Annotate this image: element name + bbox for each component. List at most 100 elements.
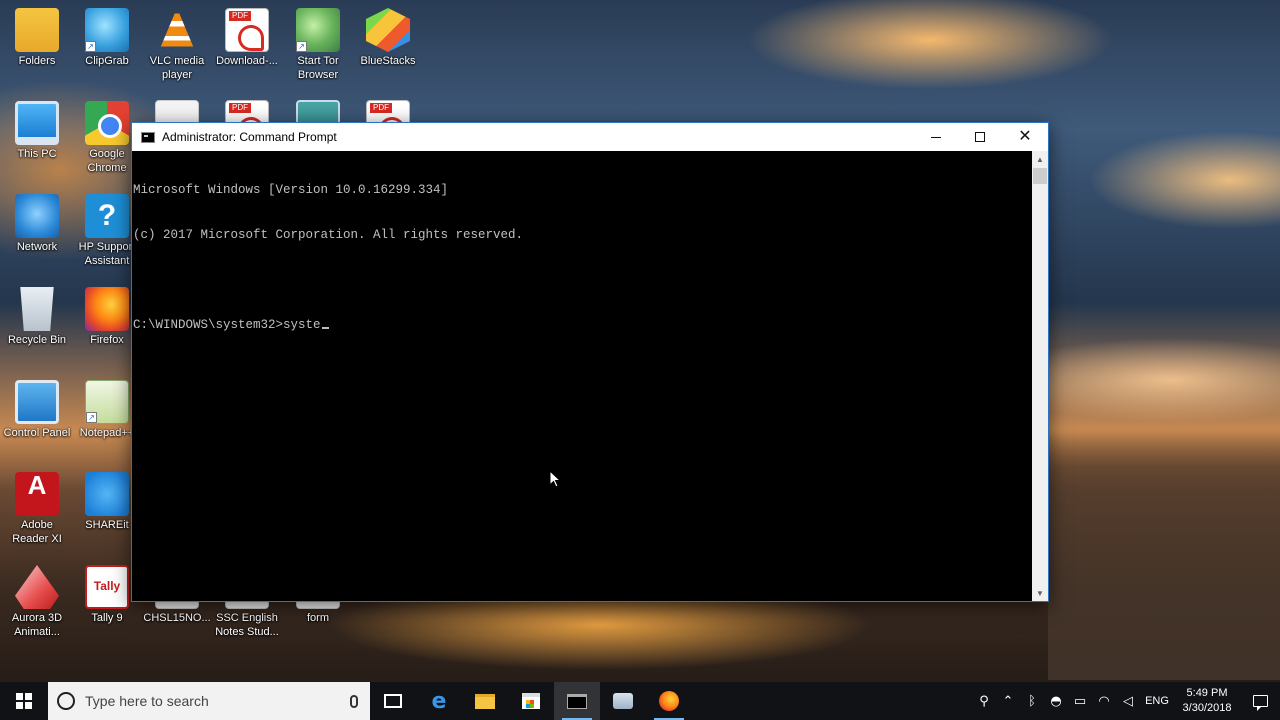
command-prompt-icon bbox=[567, 693, 587, 709]
window-title: Administrator: Command Prompt bbox=[162, 130, 337, 144]
taskbar-task-view[interactable] bbox=[370, 682, 416, 720]
maximize-icon bbox=[975, 132, 985, 142]
clipgrab-icon: ↗ bbox=[85, 8, 129, 52]
desktop-icon-label: Recycle Bin bbox=[7, 334, 67, 346]
taskbar-command-prompt[interactable] bbox=[554, 682, 600, 720]
desktop-icon-label: CHSL15NO... bbox=[143, 612, 211, 624]
cortana-icon bbox=[57, 692, 75, 710]
taskbar: Type here to search e ⚲ ⌃ ᛒ ◓ ▭ ◠ ◁ ENG … bbox=[0, 682, 1280, 720]
people-icon[interactable]: ⚲ bbox=[972, 682, 996, 720]
desktop-icon-label: Adobe Reader XI bbox=[12, 519, 62, 545]
minimize-button[interactable] bbox=[914, 123, 958, 151]
desktop-icon-network[interactable]: Network bbox=[2, 194, 72, 254]
clock[interactable]: 5:49 PM 3/30/2018 bbox=[1174, 686, 1240, 716]
desktop-icon-adobe-reader[interactable]: Adobe Reader XI bbox=[2, 472, 72, 546]
windows-logo-icon bbox=[16, 693, 32, 709]
desktop-icon-label: SSC English Notes Stud... bbox=[215, 612, 279, 638]
desktop-icon-label: Download-... bbox=[216, 55, 278, 67]
hp-support-icon: ? bbox=[85, 194, 129, 238]
folder-icon bbox=[15, 8, 59, 52]
store-icon bbox=[522, 693, 540, 709]
antivirus-icon[interactable]: ◓ bbox=[1044, 682, 1068, 720]
desktop-icon-label: Network bbox=[16, 241, 58, 253]
desktop-icon-folders[interactable]: Folders bbox=[2, 8, 72, 68]
taskbar-control-panel[interactable] bbox=[600, 682, 646, 720]
aurora-3d-icon bbox=[15, 565, 59, 609]
task-view-icon bbox=[384, 694, 402, 708]
desktop-icon-label: form bbox=[307, 612, 329, 624]
notepad-icon: ↗ bbox=[85, 380, 129, 424]
file-explorer-icon bbox=[475, 693, 495, 709]
clock-time: 5:49 PM bbox=[1186, 687, 1228, 699]
console-prompt-text: C:\WINDOWS\system32>syste bbox=[133, 318, 321, 332]
taskbar-search-box[interactable]: Type here to search bbox=[48, 682, 370, 720]
tally-icon bbox=[85, 565, 129, 609]
close-button[interactable]: ✕ bbox=[1002, 123, 1048, 151]
network-icon bbox=[15, 194, 59, 238]
microphone-icon[interactable] bbox=[350, 694, 358, 708]
edge-icon: e bbox=[431, 688, 447, 714]
taskbar-store[interactable] bbox=[508, 682, 554, 720]
wifi-icon[interactable]: ◠ bbox=[1092, 682, 1116, 720]
start-button[interactable] bbox=[0, 682, 48, 720]
console-prompt-line[interactable]: C:\WINDOWS\system32>syste bbox=[133, 318, 1032, 333]
desktop-icon-this-pc[interactable]: This PC bbox=[2, 101, 72, 161]
desktop-icon-label: BlueStacks bbox=[360, 55, 416, 67]
chevron-up-icon[interactable]: ⌃ bbox=[996, 682, 1020, 720]
mouse-pointer-icon bbox=[549, 470, 561, 488]
maximize-button[interactable] bbox=[958, 123, 1002, 151]
recycle-bin-icon bbox=[20, 287, 54, 331]
scroll-up-icon[interactable]: ▲ bbox=[1032, 151, 1048, 167]
desktop-icon-vlc[interactable]: VLC media player bbox=[142, 8, 212, 82]
system-tray: ⚲ ⌃ ᛒ ◓ ▭ ◠ ◁ ENG 5:49 PM 3/30/2018 bbox=[972, 682, 1280, 720]
console-output[interactable]: Microsoft Windows [Version 10.0.16299.33… bbox=[132, 151, 1032, 601]
text-cursor bbox=[321, 327, 329, 329]
minimize-icon bbox=[931, 136, 941, 138]
scroll-down-icon[interactable]: ▼ bbox=[1032, 585, 1048, 601]
command-prompt-window[interactable]: Administrator: Command Prompt ✕ Microsof… bbox=[131, 122, 1049, 602]
scrollbar-thumb[interactable] bbox=[1033, 168, 1047, 184]
control-panel-icon bbox=[15, 380, 59, 424]
desktop-icon-label: Control Panel bbox=[3, 427, 71, 439]
command-prompt-icon[interactable] bbox=[141, 131, 155, 143]
wallpaper-detail bbox=[1048, 120, 1280, 680]
battery-icon[interactable]: ▭ bbox=[1068, 682, 1092, 720]
desktop-icon-label: ClipGrab bbox=[85, 55, 129, 67]
console-line: (c) 2017 Microsoft Corporation. All righ… bbox=[133, 228, 524, 242]
taskbar-firefox[interactable] bbox=[646, 682, 692, 720]
desktop-icon-recycle-bin[interactable]: Recycle Bin bbox=[2, 287, 72, 347]
language-indicator[interactable]: ENG bbox=[1140, 695, 1174, 707]
control-panel-icon bbox=[613, 693, 633, 709]
desktop-icon-aurora-3d[interactable]: Aurora 3D Animati... bbox=[2, 565, 72, 639]
action-center-button[interactable] bbox=[1240, 682, 1280, 720]
desktop-icon-label: Folders bbox=[18, 55, 56, 67]
notification-icon bbox=[1252, 695, 1268, 711]
console-line: Microsoft Windows [Version 10.0.16299.33… bbox=[133, 183, 449, 197]
chrome-icon bbox=[85, 101, 129, 145]
taskbar-edge[interactable]: e bbox=[416, 682, 462, 720]
desktop-icon-control-panel[interactable]: Control Panel bbox=[2, 380, 72, 440]
taskbar-file-explorer[interactable] bbox=[462, 682, 508, 720]
desktop-icon-bluestacks[interactable]: BlueStacks bbox=[353, 8, 423, 68]
this-pc-icon bbox=[15, 101, 59, 145]
tor-browser-icon: ↗ bbox=[296, 8, 340, 52]
adobe-reader-icon bbox=[15, 472, 59, 516]
pdf-file-icon bbox=[225, 8, 269, 52]
desktop-icon-tor-browser[interactable]: ↗ Start Tor Browser bbox=[283, 8, 353, 82]
firefox-icon bbox=[85, 287, 129, 331]
desktop-icon-label: VLC media player bbox=[149, 55, 205, 81]
desktop-icon-label: Tally 9 bbox=[91, 612, 123, 624]
shareit-icon bbox=[85, 472, 129, 516]
window-titlebar[interactable]: Administrator: Command Prompt ✕ bbox=[132, 123, 1048, 151]
clock-date: 3/30/2018 bbox=[1182, 702, 1232, 714]
desktop-icon-download-pdf[interactable]: Download-... bbox=[212, 8, 282, 68]
firefox-icon bbox=[659, 691, 679, 711]
desktop-icon-clipgrab[interactable]: ↗ ClipGrab bbox=[72, 8, 142, 68]
bluestacks-icon bbox=[366, 8, 410, 52]
vertical-scrollbar[interactable]: ▲ ▼ bbox=[1032, 151, 1048, 601]
bluetooth-icon[interactable]: ᛒ bbox=[1020, 682, 1044, 720]
close-icon: ✕ bbox=[1018, 128, 1032, 145]
volume-icon[interactable]: ◁ bbox=[1116, 682, 1140, 720]
desktop-icon-label: This PC bbox=[17, 148, 57, 160]
